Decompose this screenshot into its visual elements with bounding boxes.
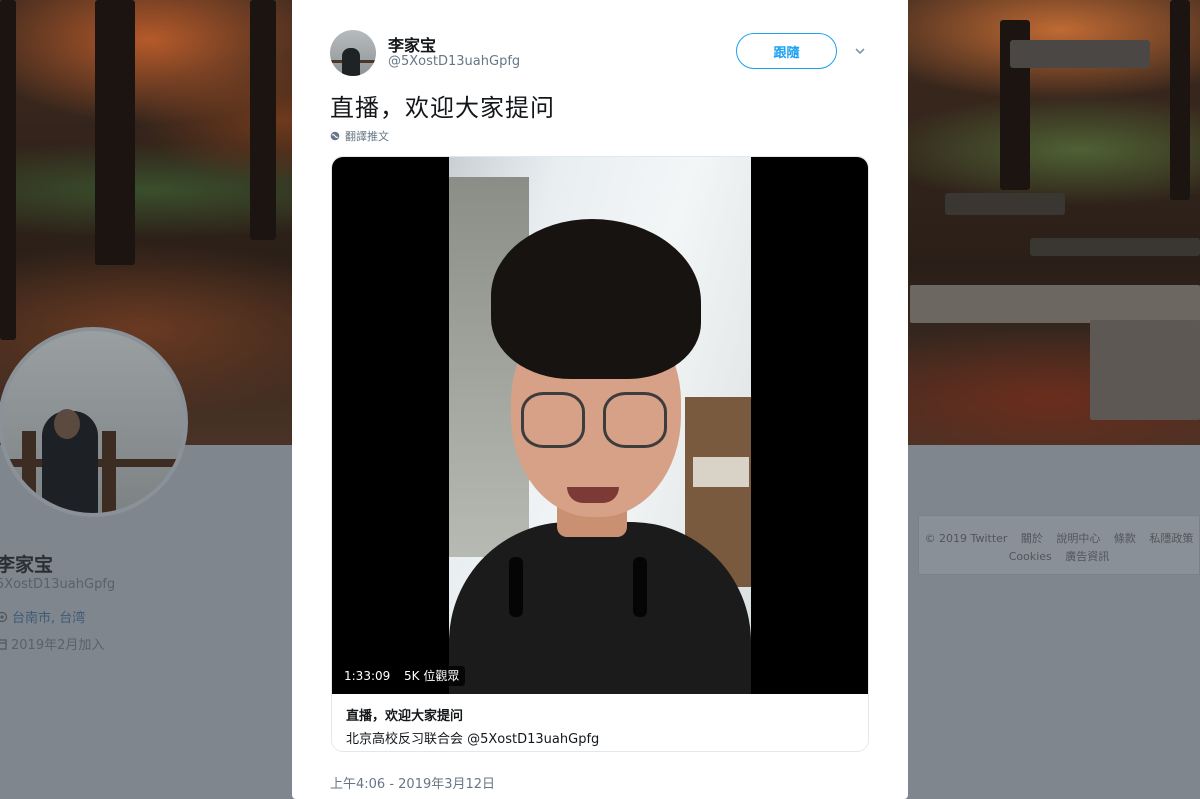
avatar-figure bbox=[342, 48, 360, 76]
footer-link-privacy[interactable]: 私隱政策 bbox=[1149, 532, 1193, 545]
translate-tweet-label[interactable]: 翻譯推文 bbox=[345, 128, 389, 144]
video-viewers-badge: 5K 位觀眾 bbox=[398, 666, 466, 686]
author-handle[interactable]: @5XostD13uahGpfg bbox=[388, 54, 520, 69]
video-player[interactable]: 1:33:09 5K 位觀眾 bbox=[332, 157, 868, 694]
profile-handle: 5XostD13uahGpfg bbox=[0, 577, 116, 592]
footer-link-about[interactable]: 關於 bbox=[1021, 532, 1043, 545]
park-bench bbox=[1030, 238, 1200, 256]
profile-avatar[interactable] bbox=[0, 327, 188, 517]
tree-trunk bbox=[0, 0, 16, 340]
location-pin-icon bbox=[0, 611, 8, 622]
footer-link-terms[interactable]: 條款 bbox=[1114, 532, 1136, 545]
card-source: 北京高校反习联合会 @5XostD13uahGpfg bbox=[346, 732, 600, 747]
video-person-mouth bbox=[567, 487, 619, 503]
video-glasses-right bbox=[603, 392, 667, 448]
globe-icon bbox=[330, 131, 340, 141]
concrete-bench bbox=[1090, 320, 1200, 420]
profile-location: 台南市, 台湾 bbox=[0, 607, 85, 626]
park-bench bbox=[945, 193, 1065, 215]
video-person-hair bbox=[491, 219, 701, 379]
translate-tweet-link[interactable]: 翻譯推文 bbox=[330, 128, 389, 144]
profile-joined: 2019年2月加入 bbox=[0, 634, 104, 653]
video-bookshelf-items bbox=[693, 457, 749, 487]
video-headphone-left bbox=[509, 557, 523, 617]
profile-name[interactable]: 李家宝 bbox=[0, 550, 53, 577]
live-video-card[interactable]: 1:33:09 5K 位觀眾 直播，欢迎大家提问 北京高校反习联合会 @5Xos… bbox=[331, 156, 869, 752]
footer-link-help[interactable]: 說明中心 bbox=[1056, 532, 1100, 545]
video-glasses-left bbox=[521, 392, 585, 448]
card-meta[interactable]: 直播，欢迎大家提问 北京高校反习联合会 @5XostD13uahGpfg bbox=[332, 694, 868, 751]
tree-trunk bbox=[95, 0, 135, 265]
gazebo-roof bbox=[1010, 40, 1150, 68]
follow-button[interactable]: 跟隨 bbox=[736, 33, 837, 69]
tweet-timestamp[interactable]: 上午4:06 - 2019年3月12日 bbox=[330, 773, 495, 792]
avatar-post bbox=[22, 431, 36, 513]
video-person-body bbox=[449, 522, 751, 694]
video-duration-badge: 1:33:09 bbox=[338, 666, 397, 686]
footer-copyright: © 2019 Twitter bbox=[924, 532, 1008, 545]
tree-trunk bbox=[250, 0, 276, 240]
footer-link-ads[interactable]: 廣告資訊 bbox=[1065, 550, 1109, 563]
tree-trunk bbox=[1170, 0, 1190, 200]
video-headphone-right bbox=[633, 557, 647, 617]
tweet-modal: 李家宝 @5XostD13uahGpfg 跟隨 直播，欢迎大家提问 翻譯推文 1… bbox=[292, 0, 908, 799]
profile-location-text[interactable]: 台南市, 台湾 bbox=[12, 607, 85, 626]
author-display-name[interactable]: 李家宝 bbox=[388, 32, 436, 56]
avatar-head bbox=[54, 409, 80, 439]
calendar-icon bbox=[0, 638, 7, 650]
avatar-post bbox=[102, 431, 116, 513]
footer-links: © 2019 Twitter 關於 說明中心 條款 私隱政策 Cookies 廣… bbox=[918, 515, 1200, 575]
profile-joined-text: 2019年2月加入 bbox=[11, 638, 105, 653]
footer-link-cookies[interactable]: Cookies bbox=[1009, 550, 1052, 563]
author-avatar[interactable] bbox=[330, 30, 376, 76]
chevron-down-icon[interactable] bbox=[854, 45, 866, 57]
concrete-bench bbox=[910, 285, 1200, 323]
tweet-text: 直播，欢迎大家提问 bbox=[330, 94, 555, 122]
video-frame bbox=[449, 157, 751, 694]
card-title: 直播，欢迎大家提问 bbox=[346, 709, 464, 724]
